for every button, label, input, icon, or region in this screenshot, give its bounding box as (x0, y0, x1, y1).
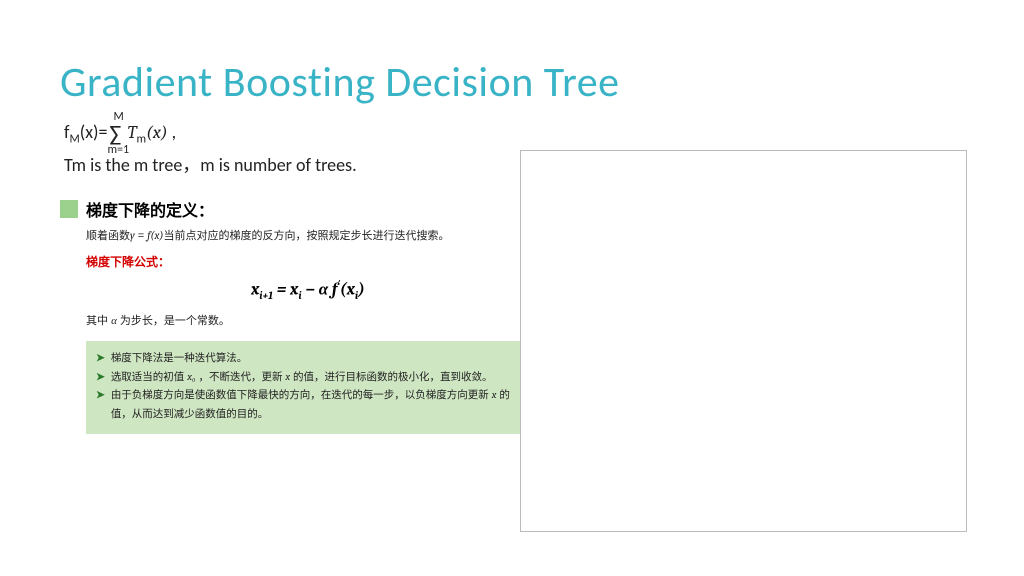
bullet-2: ➤选取适当的初值 x₀ ，不断迭代，更新 x 的值，进行目标函数的极小化，直到收… (96, 368, 520, 387)
slide-title: Gradient Boosting Decision Tree (60, 60, 964, 106)
bullet-3: ➤由于负梯度方向是使函数值下降最快的方向，在迭代的每一步，以负梯度方向更新 x … (96, 386, 520, 424)
content-placeholder (520, 150, 967, 532)
definition-body: 顺着函数y = f(x)当前点对应的梯度的反方向，按照规定步长进行迭代搜索。 梯… (60, 227, 530, 434)
definition-line-1: 顺着函数y = f(x)当前点对应的梯度的反方向，按照规定步长进行迭代搜索。 (86, 227, 530, 246)
chevron-icon: ➤ (96, 386, 105, 424)
chevron-icon: ➤ (96, 368, 105, 387)
definition-heading: 梯度下降的定义： (86, 197, 214, 221)
bullet-square-icon (60, 200, 78, 218)
slide: Gradient Boosting Decision Tree fM(x)=M∑… (0, 0, 1024, 576)
gradient-descent-definition: 梯度下降的定义： 顺着函数y = f(x)当前点对应的梯度的反方向，按照规定步长… (60, 197, 530, 434)
gd-formula: xi+1 = xi − α f′(xi) (86, 276, 530, 306)
model-formula: fM(x)=M∑m=1 Tm(x) , (64, 120, 964, 147)
gd-formula-label: 梯度下降公式： (86, 252, 530, 272)
gd-notes-box: ➤梯度下降法是一种迭代算法。 ➤选取适当的初值 x₀ ，不断迭代，更新 x 的值… (86, 341, 530, 435)
bullet-1: ➤梯度下降法是一种迭代算法。 (96, 349, 520, 368)
definition-heading-row: 梯度下降的定义： (60, 197, 530, 221)
chevron-icon: ➤ (96, 349, 105, 368)
alpha-note: 其中 α 为步长，是一个常数。 (86, 312, 530, 331)
